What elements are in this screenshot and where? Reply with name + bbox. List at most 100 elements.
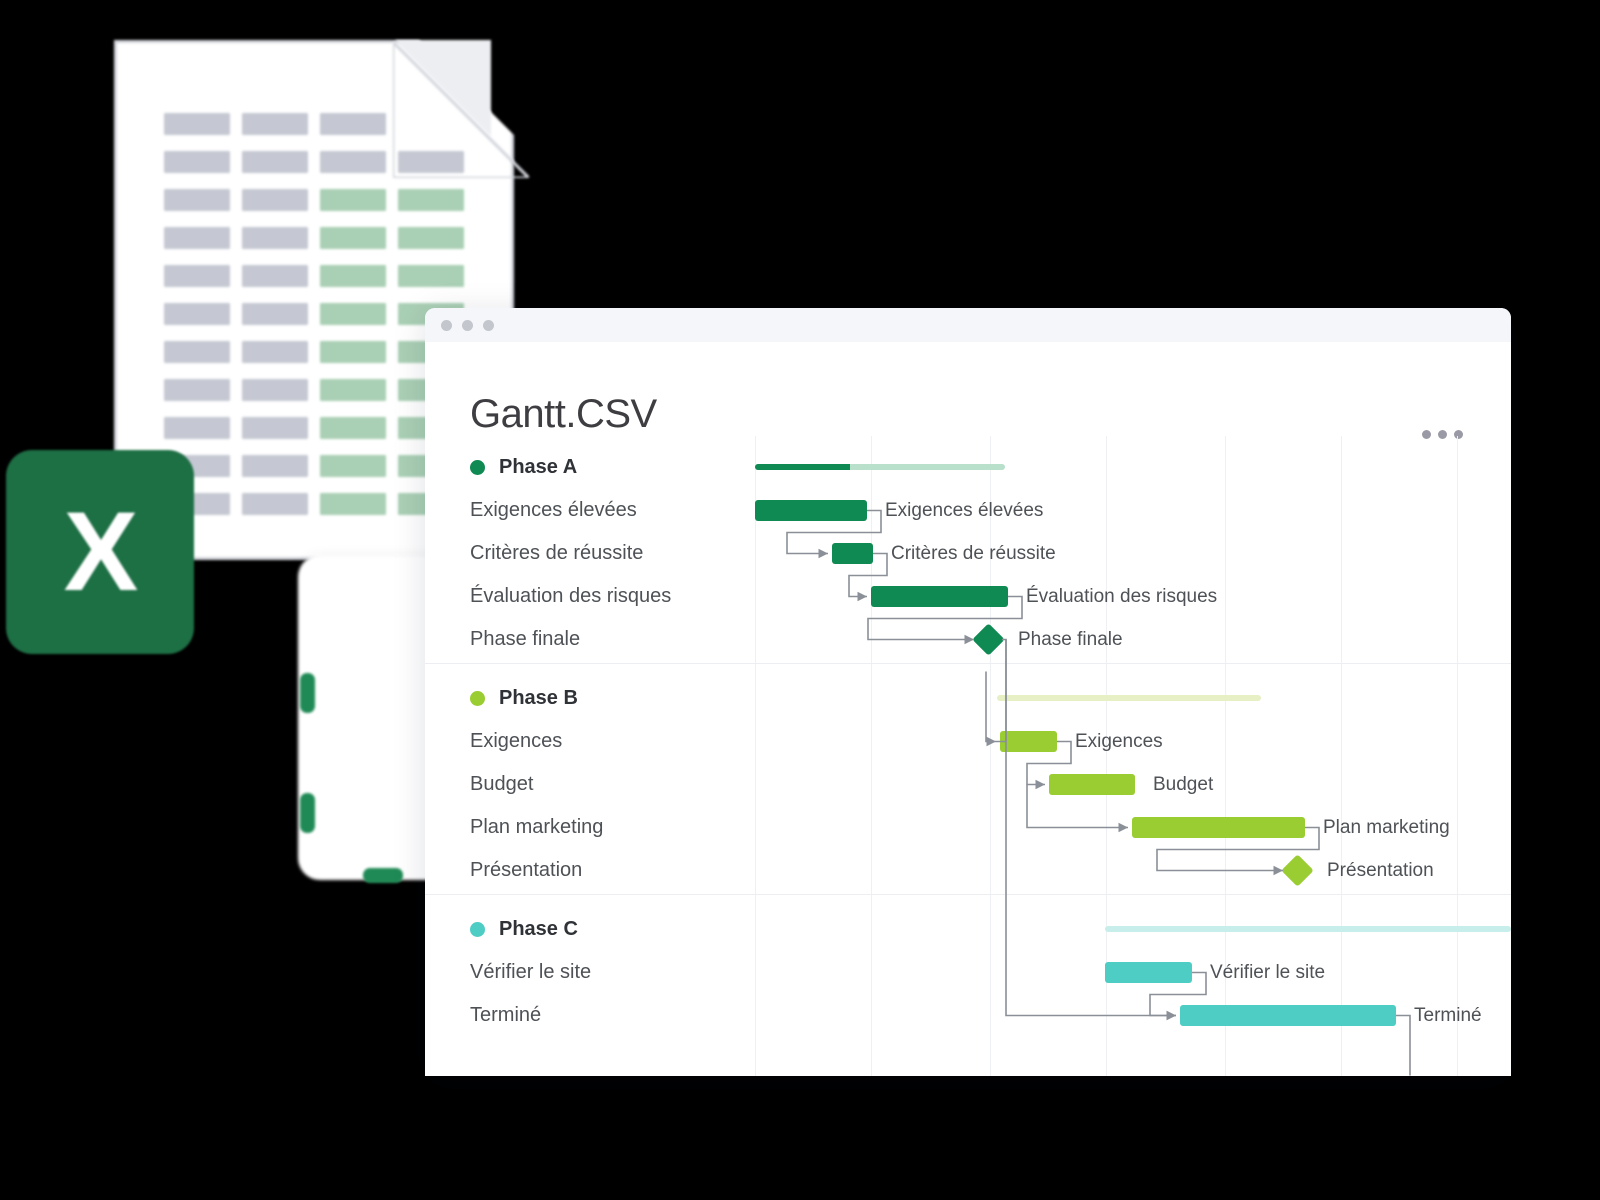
window-minimize-icon[interactable] (462, 319, 473, 331)
csv-cell (320, 189, 386, 211)
gantt-bar-label: Critères de réussite (891, 542, 1056, 564)
csv-cell (320, 379, 386, 401)
group-summary-bar[interactable] (1105, 926, 1511, 932)
gantt-task-label: Évaluation des risques (470, 585, 672, 607)
gantt-group-label: Phase C (470, 908, 578, 951)
window-titlebar (425, 308, 1511, 342)
gantt-task-row[interactable]: Terminé Terminé (425, 994, 1511, 1037)
group-summary-progress (755, 464, 850, 470)
page-title: Gantt.CSV (470, 392, 657, 436)
gantt-task-label: Plan marketing (470, 816, 604, 838)
gantt-bar[interactable] (832, 543, 873, 564)
gantt-task-label: Terminé (470, 1004, 542, 1026)
csv-cell (398, 227, 464, 249)
gantt-bar[interactable] (871, 586, 1008, 607)
window-close-icon[interactable] (441, 319, 452, 331)
gantt-bar-label: Budget (1153, 773, 1214, 795)
gantt-chart: Phase A Exigences élevées Exigences élevée… (425, 436, 1511, 1076)
window-body: Gantt.CSV Phase A Exigences élevées Exigen… (425, 342, 1511, 1076)
gantt-bar[interactable] (1000, 731, 1057, 752)
gantt-bar-label: Exigences élevées (885, 499, 1044, 521)
gantt-task-label: Exigences (470, 730, 563, 752)
csv-cell (320, 303, 386, 325)
group-color-dot-icon (470, 691, 485, 706)
excel-x-letter: X (63, 489, 139, 614)
group-color-dot-icon (470, 460, 485, 475)
background-pill-2 (300, 793, 315, 833)
csv-cell (242, 265, 308, 287)
more-dot-3 (1454, 430, 1463, 439)
background-pill-3 (363, 868, 403, 883)
csv-cell (242, 113, 308, 135)
gantt-preview-window: Gantt.CSV Phase A Exigences élevées Exigen… (425, 308, 1511, 1076)
gantt-group-label: Phase B (470, 677, 578, 720)
csv-cell (320, 227, 386, 249)
gantt-task-row[interactable]: Présentation Présentation (425, 849, 1511, 892)
screenshot-stage: X Gantt.CSV Phase A Exigences élevées Exig… (0, 0, 1600, 1200)
gantt-group-row[interactable]: Phase C (425, 908, 1511, 951)
gantt-bar-label: Évaluation des risques (1026, 585, 1218, 607)
csv-cell (164, 341, 230, 363)
gantt-milestone-diamond[interactable] (1281, 854, 1314, 887)
csv-cell (320, 265, 386, 287)
csv-cell (164, 417, 230, 439)
group-name-text: Phase B (499, 687, 578, 709)
csv-cell (164, 113, 230, 135)
gantt-bar[interactable] (1105, 962, 1192, 983)
csv-cell (242, 189, 308, 211)
gantt-task-row[interactable]: Phase finale Phase finale (425, 618, 1511, 661)
csv-cell (164, 151, 230, 173)
gantt-milestone-diamond[interactable] (972, 623, 1005, 656)
group-divider (425, 663, 1511, 664)
gantt-task-row[interactable]: Évaluation des risques Évaluation des ris… (425, 575, 1511, 618)
window-maximize-icon[interactable] (483, 319, 494, 331)
csv-cell (242, 227, 308, 249)
gantt-group-row[interactable]: Phase B (425, 677, 1511, 720)
gantt-task-label: Budget (470, 773, 534, 795)
csv-cell (320, 113, 386, 135)
csv-cell (164, 379, 230, 401)
csv-cell (164, 303, 230, 325)
gantt-task-row[interactable]: Exigences Exigences (425, 720, 1511, 763)
gantt-task-row[interactable]: Plan marketing Plan marketing (425, 806, 1511, 849)
csv-cell (398, 113, 464, 135)
csv-cell (242, 493, 308, 515)
card-header: Gantt.CSV (425, 342, 1511, 446)
gantt-bar-label: Plan marketing (1323, 816, 1450, 838)
csv-cell (398, 189, 464, 211)
group-divider (425, 894, 1511, 895)
csv-cell (242, 341, 308, 363)
csv-cell (242, 151, 308, 173)
csv-cell (164, 189, 230, 211)
gantt-task-row[interactable]: Budget Budget (425, 763, 1511, 806)
csv-cell (320, 341, 386, 363)
gantt-bar-label: Exigences (1075, 730, 1163, 752)
excel-file-icon: X (6, 450, 194, 654)
gantt-bar-label: Vérifier le site (1210, 961, 1326, 983)
csv-cell (242, 303, 308, 325)
csv-cell (320, 455, 386, 477)
gantt-bar[interactable] (755, 500, 867, 521)
csv-cell (398, 151, 464, 173)
csv-cell (398, 265, 464, 287)
csv-cell (320, 417, 386, 439)
gantt-task-label: Exigences élevées (470, 499, 637, 521)
gantt-bar[interactable] (1049, 774, 1135, 795)
gantt-bar[interactable] (1132, 817, 1305, 838)
gantt-task-row[interactable]: Critères de réussite Critères de réussite (425, 532, 1511, 575)
gantt-task-row[interactable]: Exigences élevées Exigences élevées (425, 489, 1511, 532)
csv-cell (164, 227, 230, 249)
csv-cell (242, 417, 308, 439)
group-name-text: Phase C (499, 918, 578, 940)
group-summary-bar[interactable] (755, 464, 1005, 470)
gantt-task-label: Vérifier le site (470, 961, 592, 983)
csv-cell (242, 455, 308, 477)
gantt-group-row[interactable]: Phase A (425, 446, 1511, 489)
gantt-bar[interactable] (1180, 1005, 1396, 1026)
csv-cell (320, 151, 386, 173)
group-summary-bar[interactable] (997, 695, 1261, 701)
gantt-bar-label: Présentation (1327, 859, 1434, 881)
gantt-task-label: Critères de réussite (470, 542, 644, 564)
gantt-task-row[interactable]: Vérifier le site Vérifier le site (425, 951, 1511, 994)
more-dot-1 (1422, 430, 1431, 439)
